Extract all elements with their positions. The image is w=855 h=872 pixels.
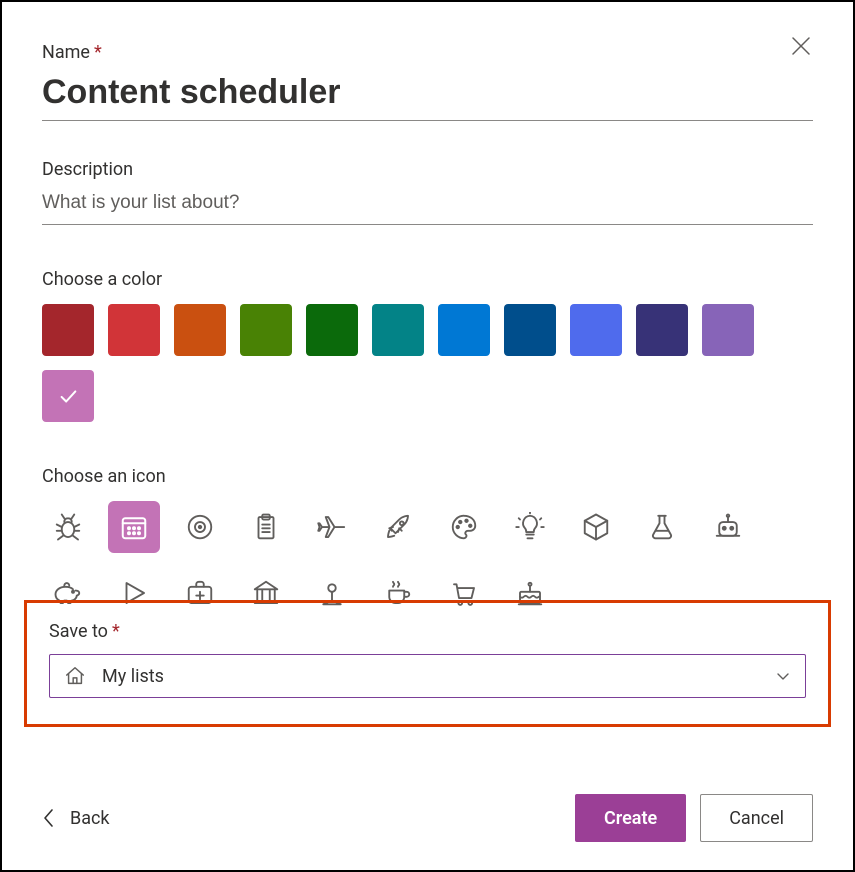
color-swatch[interactable] (438, 304, 490, 356)
close-icon (792, 37, 810, 55)
chevron-down-icon (775, 668, 791, 684)
color-swatch[interactable] (636, 304, 688, 356)
create-button[interactable]: Create (575, 794, 686, 842)
color-swatches (42, 304, 813, 422)
color-swatch[interactable] (504, 304, 556, 356)
color-swatch[interactable] (702, 304, 754, 356)
airplane-icon[interactable] (306, 501, 358, 553)
color-swatch[interactable] (372, 304, 424, 356)
create-list-dialog: Name* Description Choose a color Choose … (0, 0, 855, 872)
cancel-button[interactable]: Cancel (700, 794, 813, 842)
dialog-footer: Back Create Cancel (42, 794, 813, 842)
color-swatch[interactable] (42, 370, 94, 422)
cube-icon[interactable] (570, 501, 622, 553)
name-label: Name* (42, 42, 813, 63)
flask-icon[interactable] (636, 501, 688, 553)
icon-section-label: Choose an icon (42, 466, 813, 487)
required-asterisk: * (94, 42, 102, 63)
color-swatch[interactable] (570, 304, 622, 356)
clipboard-icon[interactable] (240, 501, 292, 553)
color-swatch[interactable] (240, 304, 292, 356)
save-to-label: Save to* (49, 621, 806, 642)
robot-icon[interactable] (702, 501, 754, 553)
lightbulb-icon[interactable] (504, 501, 556, 553)
back-label: Back (70, 808, 110, 829)
description-label: Description (42, 159, 813, 180)
save-to-value: My lists (102, 666, 759, 687)
home-icon (64, 665, 86, 687)
description-input[interactable] (42, 186, 813, 225)
color-section-label: Choose a color (42, 269, 813, 290)
color-swatch[interactable] (42, 304, 94, 356)
check-icon (57, 385, 79, 407)
name-input[interactable] (42, 69, 813, 121)
palette-icon[interactable] (438, 501, 490, 553)
required-asterisk: * (112, 621, 120, 642)
color-swatch[interactable] (174, 304, 226, 356)
target-icon[interactable] (174, 501, 226, 553)
back-button[interactable]: Back (42, 807, 110, 829)
close-button[interactable] (785, 30, 817, 62)
chevron-left-icon (42, 807, 56, 829)
color-swatch[interactable] (108, 304, 160, 356)
save-to-highlight: Save to* My lists (24, 600, 831, 727)
save-to-dropdown[interactable]: My lists (49, 654, 806, 698)
rocket-icon[interactable] (372, 501, 424, 553)
calendar-icon[interactable] (108, 501, 160, 553)
color-swatch[interactable] (306, 304, 358, 356)
bug-icon[interactable] (42, 501, 94, 553)
